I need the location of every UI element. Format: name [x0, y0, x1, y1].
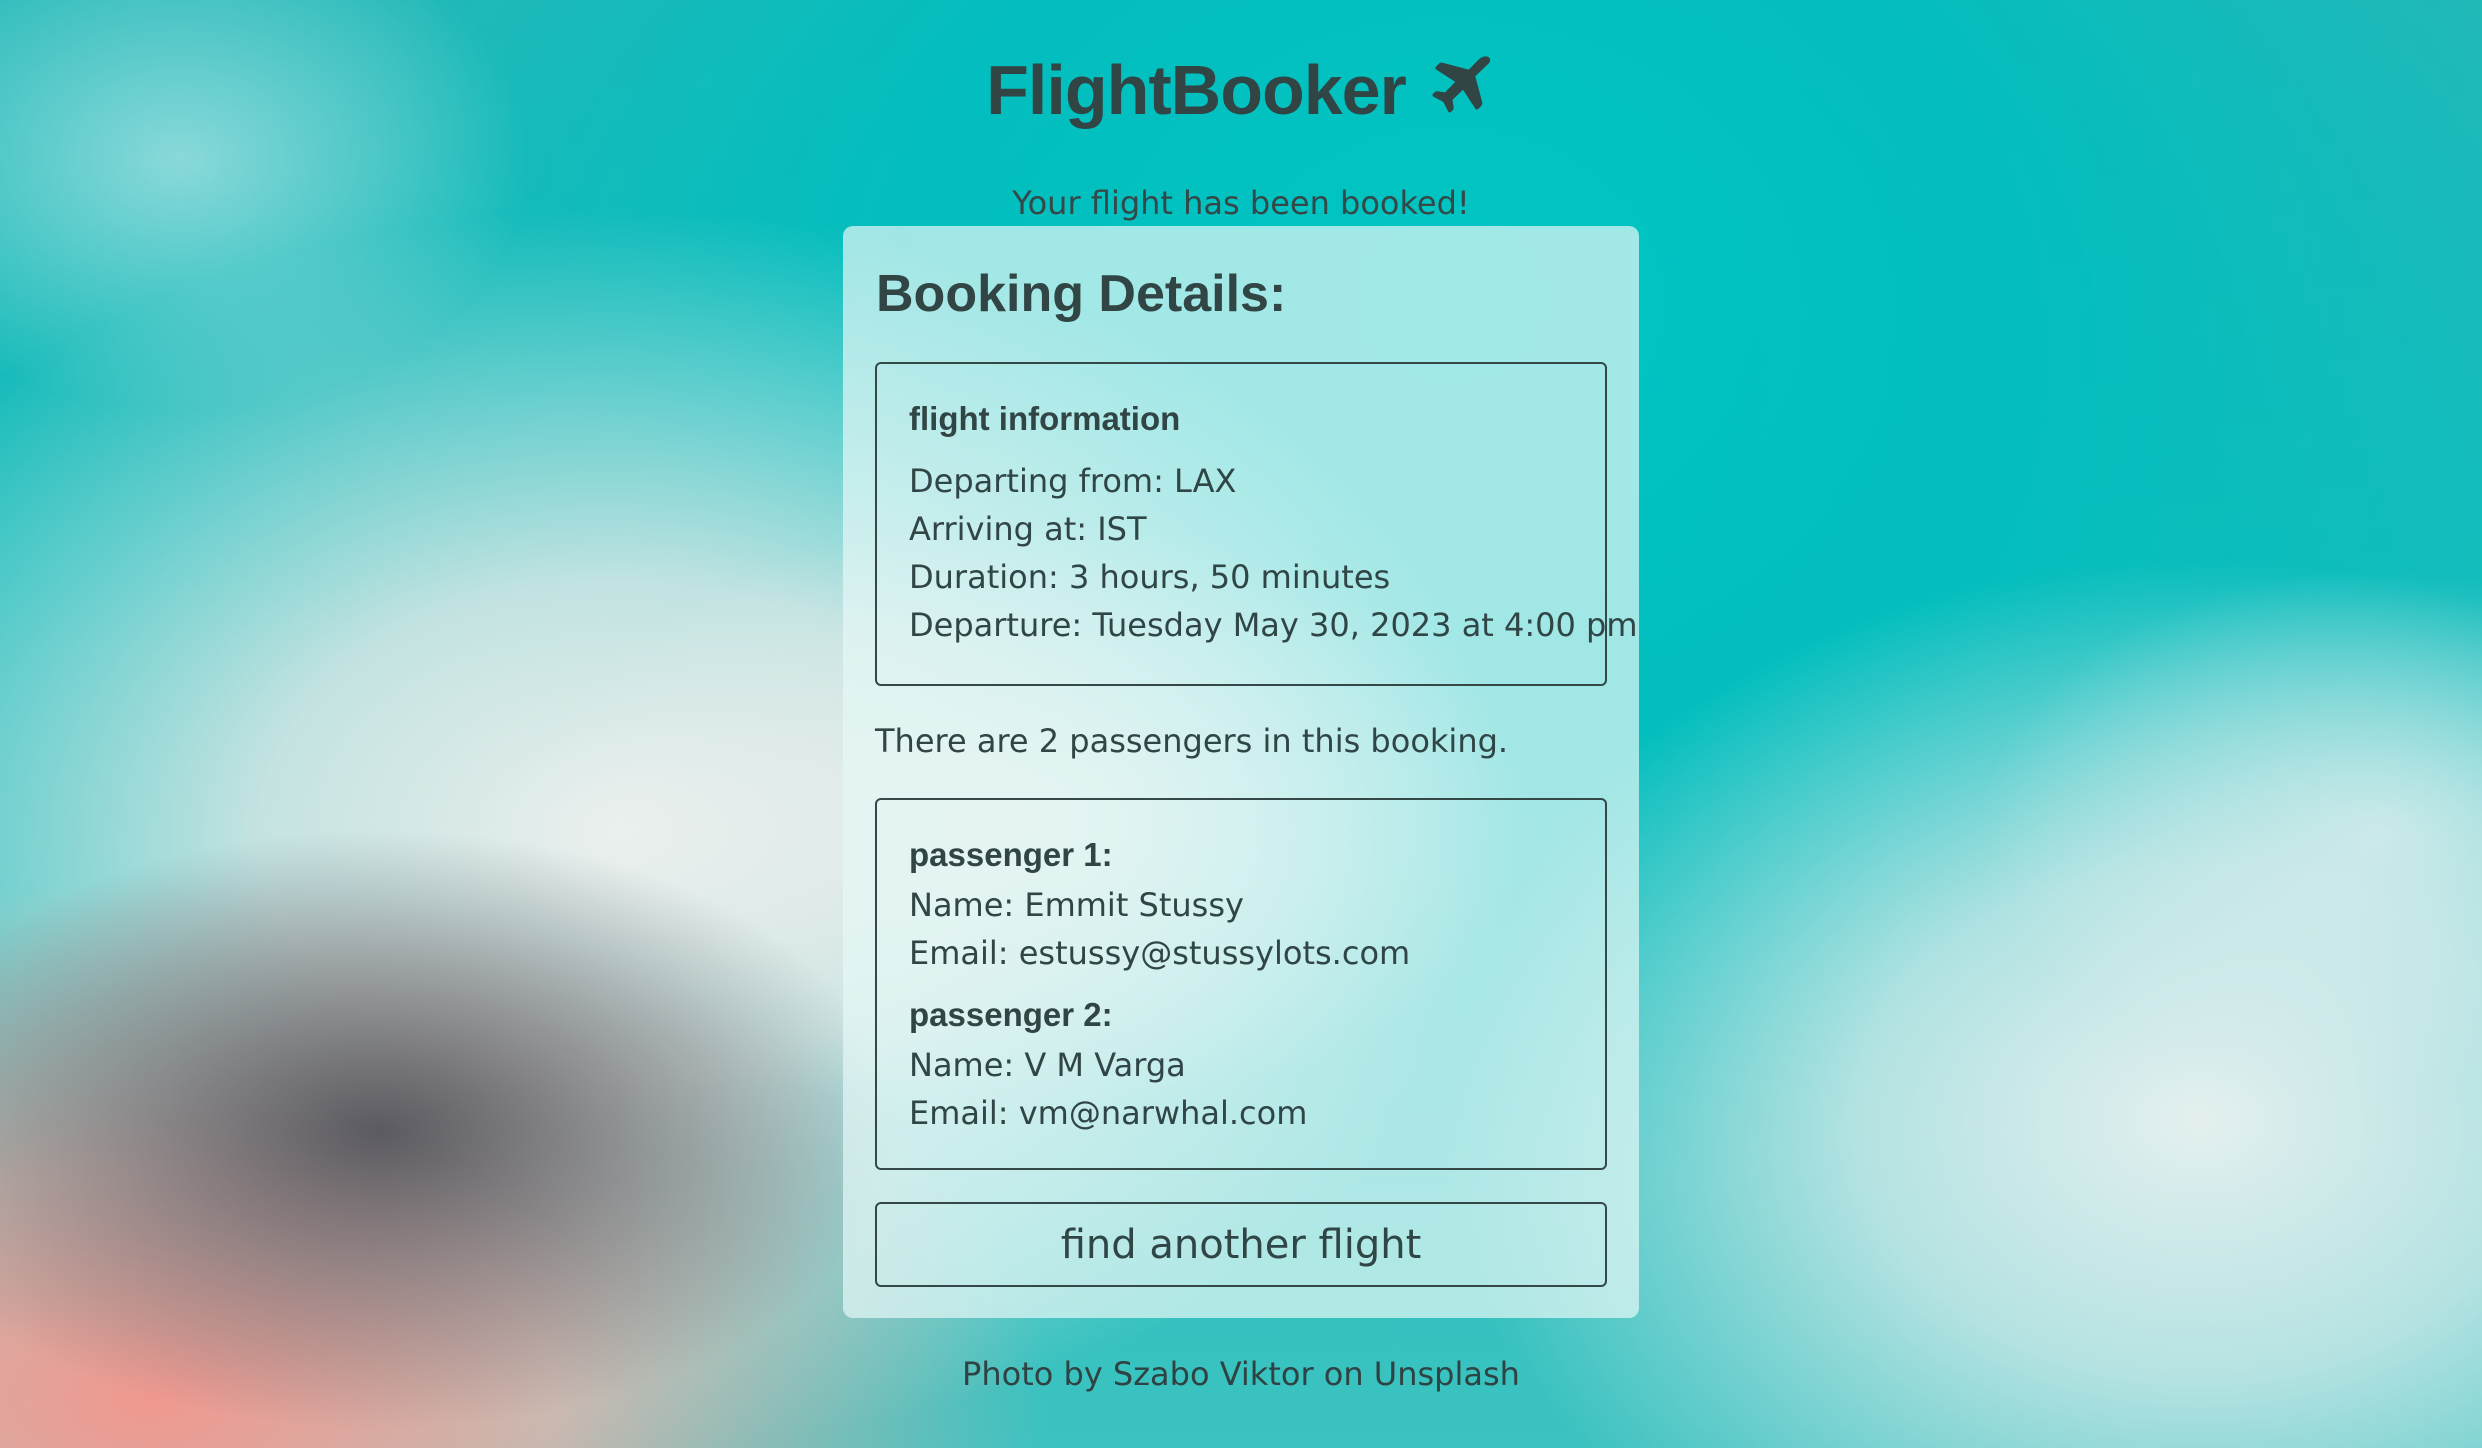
- photo-credit: Photo by Szabo Viktor on Unsplash: [962, 1355, 1520, 1393]
- booking-details-card: Booking Details: flight information Depa…: [843, 226, 1639, 1318]
- flight-duration: Duration: 3 hours, 50 minutes: [909, 558, 1391, 596]
- passenger-2-email: Email: vm@narwhal.com: [909, 1094, 1308, 1132]
- passenger-1-email: Email: estussy@stussylots.com: [909, 934, 1411, 972]
- booking-details-title: Booking Details:: [876, 265, 1287, 323]
- passenger-1-heading: passenger 1:: [909, 836, 1113, 873]
- airplane-icon: [1424, 54, 1496, 126]
- passenger-list-box: passenger 1: Name: Emmit Stussy Email: e…: [875, 798, 1607, 1170]
- find-another-flight-button[interactable]: find another flight: [875, 1202, 1607, 1287]
- app-title: FlightBooker: [986, 50, 1496, 130]
- booking-confirmation-message: Your flight has been booked!: [1012, 184, 1470, 222]
- arriving-at: Arriving at: IST: [909, 510, 1147, 548]
- flight-information-box: flight information Departing from: LAX A…: [875, 362, 1638, 686]
- passenger-count: There are 2 passengers in this booking.: [875, 722, 1509, 760]
- departing-from: Departing from: LAX: [909, 462, 1237, 500]
- app-title-text: FlightBooker: [986, 51, 1407, 129]
- passenger-2-heading: passenger 2:: [909, 996, 1113, 1033]
- passenger-1-name: Name: Emmit Stussy: [909, 886, 1244, 924]
- passenger-2-name: Name: V M Varga: [909, 1046, 1186, 1084]
- page-header: FlightBooker: [0, 50, 2482, 130]
- departure-time: Departure: Tuesday May 30, 2023 at 4:00 …: [909, 606, 1638, 644]
- flight-information-heading: flight information: [909, 400, 1181, 437]
